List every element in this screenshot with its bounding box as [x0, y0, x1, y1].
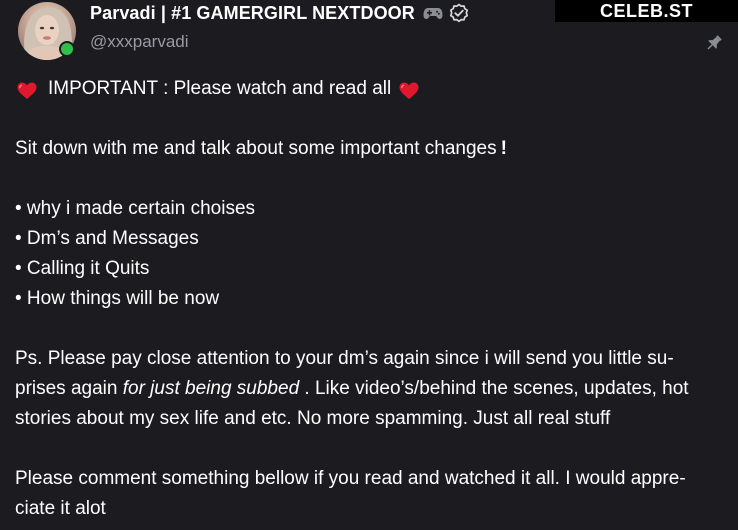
- post-heading: IMPORTANT : Please watch and read all: [48, 78, 392, 99]
- online-status-dot: [59, 41, 75, 57]
- verified-icon: [449, 3, 469, 23]
- post-intro: Sit down with me and talk about some imp…: [15, 138, 497, 159]
- author-name-row: Parvadi | #1 GAMERGIRL NEXTDOOR: [90, 1, 469, 25]
- post-body: IMPORTANT : Please watch and read all Si…: [15, 74, 727, 524]
- avatar[interactable]: [18, 2, 76, 60]
- list-item: • why i made certain choises: [15, 198, 256, 219]
- list-item: • Calling it Quits: [15, 258, 150, 279]
- post-heading-line: IMPORTANT : Please watch and read all: [15, 74, 727, 104]
- post-intro-line: Sit down with me and talk about some imp…: [15, 134, 727, 164]
- post-ps-line: Ps. Please pay close attention to your d…: [15, 348, 674, 369]
- list-item: • Dm’s and Messages: [15, 228, 199, 249]
- post-ps-emphasis: for just being subbed: [122, 378, 300, 399]
- author-handle[interactable]: @xxxparvadi: [90, 32, 189, 52]
- exclamation-mark: !: [500, 138, 507, 159]
- list-item: • How things will be now: [15, 288, 220, 309]
- watermark: CELEB.ST: [555, 0, 738, 22]
- post-closing-line: Please comment something bellow if you r…: [15, 468, 686, 489]
- post-ps-text: . Like video’s/behind the scenes, update…: [299, 378, 689, 399]
- author-display-name[interactable]: Parvadi | #1 GAMERGIRL NEXTDOOR: [90, 3, 415, 24]
- heart-icon: [17, 80, 37, 99]
- post-ps-line: stories about my sex life and etc. No mo…: [15, 408, 611, 429]
- post-closing-line: ciate it alot: [15, 498, 106, 519]
- heart-icon: [399, 80, 419, 99]
- pin-icon[interactable]: [704, 33, 724, 53]
- post-ps-text: prises again: [15, 378, 123, 399]
- post-ps-line: prises again for just being subbed . Lik…: [15, 374, 727, 404]
- pinned-post: Parvadi | #1 GAMERGIRL NEXTDOOR @xxxparv…: [0, 0, 738, 530]
- gamepad-icon: [423, 5, 443, 21]
